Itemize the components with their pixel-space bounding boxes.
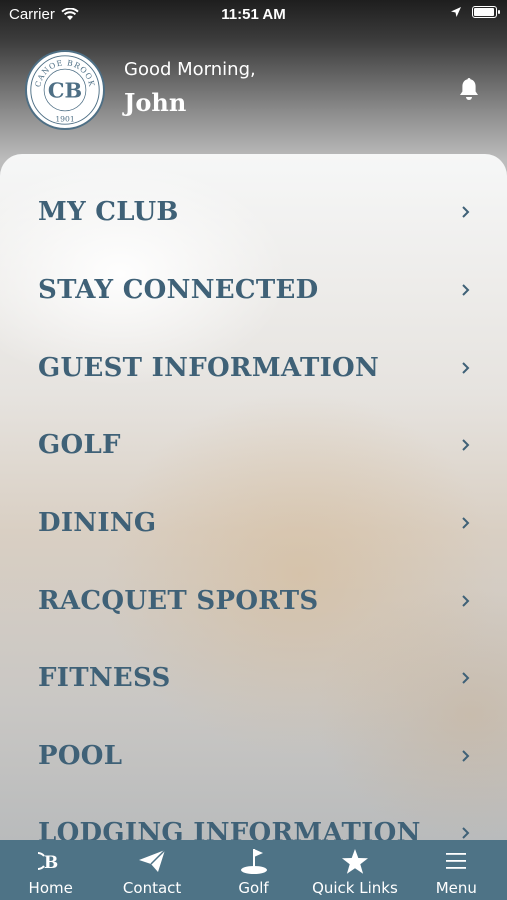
- club-logo-emblem: CANOE BROOK 1901 CB: [30, 55, 100, 125]
- star-icon: [340, 847, 370, 875]
- menu-item-dining[interactable]: DINING: [0, 484, 507, 562]
- menu-item-label: GUEST INFORMATION: [38, 353, 380, 383]
- svg-text:B: B: [44, 853, 58, 873]
- chevron-right-icon: [462, 517, 470, 529]
- status-right: [450, 6, 500, 18]
- tab-label: Quick Links: [312, 879, 398, 897]
- tab-contact[interactable]: Contact: [101, 840, 202, 900]
- menu-item-label: FITNESS: [38, 663, 171, 693]
- menu-item-label: MY CLUB: [38, 197, 179, 227]
- header: CANOE BROOK 1901 CB Good Morning, John: [0, 46, 507, 138]
- menu-item-guest-information[interactable]: GUEST INFORMATION: [0, 329, 507, 407]
- paper-plane-icon: [137, 847, 167, 875]
- menu-item-golf[interactable]: GOLF: [0, 406, 507, 484]
- menu-item-stay-connected[interactable]: STAY CONNECTED: [0, 251, 507, 329]
- club-logo-icon: B: [36, 847, 66, 875]
- chevron-right-icon: [462, 672, 470, 684]
- menu-item-label: RACQUET SPORTS: [38, 586, 319, 616]
- menu-item-lodging-information[interactable]: LODGING INFORMATION: [0, 794, 507, 840]
- main-menu-panel: MY CLUB STAY CONNECTED GUEST INFORMATION…: [0, 154, 507, 840]
- menu-item-pool[interactable]: POOL: [0, 717, 507, 795]
- menu-item-my-club[interactable]: MY CLUB: [0, 173, 507, 251]
- tab-label: Menu: [435, 879, 477, 897]
- clock: 11:51 AM: [221, 6, 286, 23]
- menu-item-label: LODGING INFORMATION: [38, 818, 421, 840]
- notification-bell-icon[interactable]: [457, 76, 481, 102]
- status-bar: Carrier 11:51 AM: [0, 0, 507, 28]
- location-arrow-icon: [451, 7, 461, 17]
- tab-label: Home: [28, 879, 73, 897]
- greeting-text: Good Morning,: [124, 59, 256, 80]
- chevron-right-icon: [462, 750, 470, 762]
- club-logo: CANOE BROOK 1901 CB: [25, 50, 105, 130]
- tab-golf[interactable]: Golf: [203, 840, 304, 900]
- tab-menu[interactable]: Menu: [406, 840, 507, 900]
- menu-item-label: GOLF: [38, 430, 121, 460]
- chevron-right-icon: [462, 439, 470, 451]
- chevron-right-icon: [462, 206, 470, 218]
- menu-item-fitness[interactable]: FITNESS: [0, 639, 507, 717]
- chevron-right-icon: [462, 362, 470, 374]
- menu-item-label: STAY CONNECTED: [38, 275, 319, 305]
- bottom-tab-bar: B Home Contact Golf Quick Links Menu: [0, 840, 507, 900]
- user-name: John: [124, 88, 187, 117]
- menu-item-label: DINING: [38, 508, 157, 538]
- tab-quick-links[interactable]: Quick Links: [304, 840, 405, 900]
- logo-ring-text-bottom: 1901: [55, 114, 74, 123]
- chevron-right-icon: [462, 827, 470, 839]
- battery-icon: [472, 6, 500, 18]
- tab-label: Golf: [238, 879, 269, 897]
- chevron-right-icon: [462, 284, 470, 296]
- logo-monogram: CB: [48, 78, 82, 103]
- battery-fill: [474, 8, 494, 16]
- menu-item-racquet-sports[interactable]: RACQUET SPORTS: [0, 562, 507, 640]
- menu-item-label: POOL: [38, 741, 123, 771]
- tab-home[interactable]: B Home: [0, 840, 101, 900]
- golf-flag-icon: [239, 847, 269, 875]
- chevron-right-icon: [462, 595, 470, 607]
- tab-label: Contact: [122, 879, 182, 897]
- hamburger-icon: [441, 847, 471, 875]
